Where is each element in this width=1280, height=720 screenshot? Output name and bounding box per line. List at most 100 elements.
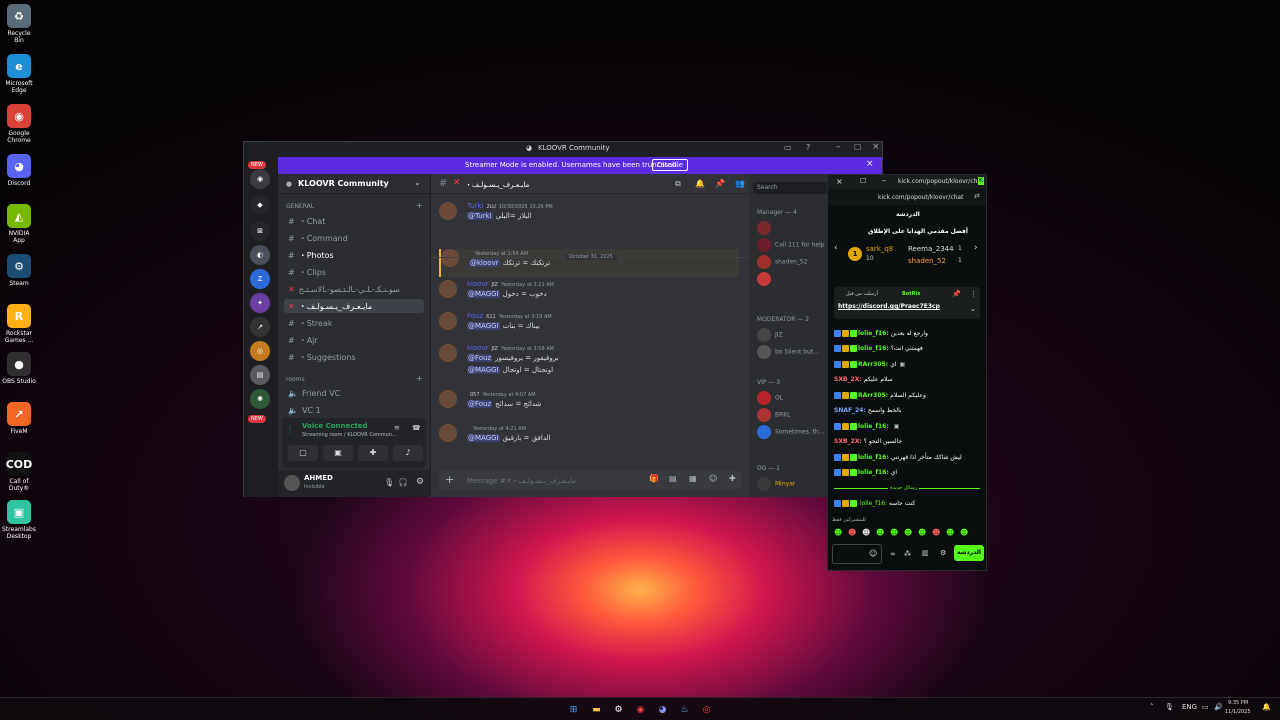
chevron-down-icon[interactable]: ⌄ xyxy=(414,178,421,187)
gifter-name[interactable]: Reema_2344 xyxy=(908,245,954,253)
server-header[interactable]: ● KLOOVR Community ⌄ xyxy=(278,174,430,194)
chat-username[interactable]: SXB_2X: xyxy=(834,438,862,445)
mention[interactable]: @MAGGI xyxy=(467,290,500,298)
chat-username[interactable]: SXB_2X: xyxy=(834,376,862,383)
noise-suppression-icon[interactable]: ≋ xyxy=(394,424,400,432)
author-name[interactable]: kloovr xyxy=(467,280,489,288)
emote-icon[interactable]: ☻ xyxy=(946,528,954,537)
inbox-icon[interactable]: ▭ xyxy=(784,143,792,152)
server-icon[interactable]: ↗ xyxy=(250,317,270,337)
emoji-icon[interactable]: ☺ xyxy=(709,474,717,483)
notification-icon[interactable]: 🔔 xyxy=(1262,703,1271,711)
chat-username[interactable]: lolie_f16: xyxy=(858,469,889,476)
message-input[interactable]: + Message #✕・مايـعـرف_يـسـولـف 🎁 ▤ ▦ ☺ ✚ xyxy=(439,470,741,490)
category-general[interactable]: GENERAL xyxy=(286,203,314,210)
soundboard-icon[interactable]: ♪ xyxy=(393,445,423,461)
members-icon[interactable]: 👥 xyxy=(735,179,745,188)
disable-button[interactable]: Disable xyxy=(652,159,688,171)
server-icon[interactable]: ✦ xyxy=(250,293,270,313)
help-icon[interactable]: ? xyxy=(806,143,810,152)
close-icon[interactable]: × xyxy=(872,142,880,152)
channel-item[interactable]: ✕ ・مايـعـرف_يـسـولـف xyxy=(284,299,424,313)
gift-icon[interactable]: ▥ xyxy=(922,549,929,557)
site-settings-icon[interactable]: ⇄ xyxy=(974,192,980,200)
emote-icon[interactable]: ☻ xyxy=(918,528,926,537)
mention[interactable]: @kloovr xyxy=(469,259,500,267)
clock-time[interactable]: 9:35 PM xyxy=(1228,700,1248,706)
channel-item[interactable]: # ・Ajr xyxy=(284,333,424,347)
steam-icon[interactable]: ♨ xyxy=(677,702,692,717)
channel-item[interactable]: # ・Photos xyxy=(284,248,424,262)
chat-username[interactable]: lolie_f16: xyxy=(858,345,889,352)
member-row[interactable]: Minyar xyxy=(757,477,795,491)
mention[interactable]: @Turki xyxy=(467,212,493,220)
author-name[interactable]: kloovr xyxy=(467,344,489,352)
threads-icon[interactable]: ⧉ xyxy=(675,179,681,189)
add-attachment-icon[interactable]: + xyxy=(445,473,454,486)
emote-icon[interactable]: ☻ xyxy=(876,528,884,537)
desktop-shortcut[interactable]: e Microsoft Edge xyxy=(2,54,36,94)
chevron-right-icon[interactable]: › xyxy=(974,243,978,253)
chrome-icon[interactable]: ◉ xyxy=(633,702,648,717)
sticker-icon[interactable]: ▦ xyxy=(689,474,697,483)
chat-username[interactable]: lolie_f16: xyxy=(858,423,889,430)
mention[interactable]: @Fouz xyxy=(467,354,493,362)
camera-off-icon[interactable]: ▢ xyxy=(288,445,318,461)
avatar[interactable] xyxy=(439,344,457,362)
pin-icon[interactable]: 📌 xyxy=(952,290,961,298)
mention[interactable]: @MAGGI xyxy=(467,434,500,442)
search-input[interactable]: Search xyxy=(753,182,833,194)
emote-icon[interactable]: ☻ xyxy=(932,528,940,537)
member-row[interactable]: OL xyxy=(757,391,783,405)
desktop-shortcut[interactable]: ● OBS Studio xyxy=(2,352,36,385)
gif-icon[interactable]: ▤ xyxy=(669,474,677,483)
server-icon[interactable]: ◉ xyxy=(250,169,270,189)
voice-status[interactable]: Voice Connected xyxy=(302,422,368,430)
pin-icon[interactable]: 📌 xyxy=(715,179,725,188)
server-icon[interactable]: ◎ xyxy=(250,341,270,361)
discord-icon[interactable]: ◕ xyxy=(655,702,670,717)
desktop-shortcut[interactable]: ↗ FiveM xyxy=(2,402,36,435)
mention[interactable]: @Fouz xyxy=(467,400,493,408)
voice-channel[interactable]: 🔈 Friend VC xyxy=(284,386,424,400)
avatar[interactable] xyxy=(439,390,457,408)
avatar[interactable] xyxy=(284,475,300,491)
channel-item[interactable]: # ・Suggestions xyxy=(284,350,424,364)
gift-icon[interactable]: 🎁 xyxy=(649,474,659,483)
users-icon[interactable]: ⁂ xyxy=(904,550,911,558)
avatar[interactable] xyxy=(439,202,457,220)
desktop-shortcut[interactable]: R Rockstar Games ... xyxy=(2,304,36,344)
chevron-up-icon[interactable]: ˄ xyxy=(1150,703,1154,711)
pinned-link[interactable]: https://discord.gg/Praec7E3cp xyxy=(838,303,940,310)
add-channel-icon[interactable]: + xyxy=(416,374,423,383)
chat-username[interactable]: lolie_f16: xyxy=(858,454,889,461)
emote-icon[interactable]: ☻ xyxy=(960,528,968,537)
language[interactable]: ENG xyxy=(1182,703,1197,711)
author-name[interactable]: Turki xyxy=(467,202,484,210)
member-row[interactable]: BRKL xyxy=(757,408,791,422)
chat-username[interactable]: RArr305: xyxy=(858,392,888,399)
member-row[interactable]: Sometimes, th... xyxy=(757,425,824,439)
member-row[interactable]: bo Silent but... xyxy=(757,345,819,359)
channel-item[interactable]: ✕ سوـنـكـ-ـلـي-ـالـتـصو-ـالاسـتـح xyxy=(284,282,424,296)
apps-icon[interactable]: ✚ xyxy=(729,474,736,483)
user-name[interactable]: AHMED xyxy=(304,474,333,482)
emote-icon[interactable]: ☻ xyxy=(890,528,898,537)
emote-icon[interactable]: ☻ xyxy=(904,528,912,537)
member-row[interactable] xyxy=(757,221,775,235)
server-icon[interactable]: ✺ xyxy=(250,389,270,409)
maximize-icon[interactable]: ☐ xyxy=(854,143,861,152)
minimize-icon[interactable]: – xyxy=(836,142,841,152)
gifter-name[interactable]: sark_q8 xyxy=(866,245,893,253)
server-icon[interactable]: ◆ xyxy=(250,195,270,215)
server-icon[interactable]: ◐ xyxy=(250,245,270,265)
close-icon[interactable]: × xyxy=(836,177,843,186)
avatar[interactable] xyxy=(439,424,457,442)
avatar[interactable] xyxy=(439,280,457,298)
avatar[interactable] xyxy=(441,249,459,267)
mention[interactable]: @MAGGI xyxy=(467,366,500,374)
mention[interactable]: @MAGGI xyxy=(467,322,500,330)
disconnect-icon[interactable]: ☎ xyxy=(412,424,421,432)
chevron-down-icon[interactable]: ⌄ xyxy=(970,305,976,313)
chevron-left-icon[interactable]: ‹ xyxy=(834,243,838,253)
